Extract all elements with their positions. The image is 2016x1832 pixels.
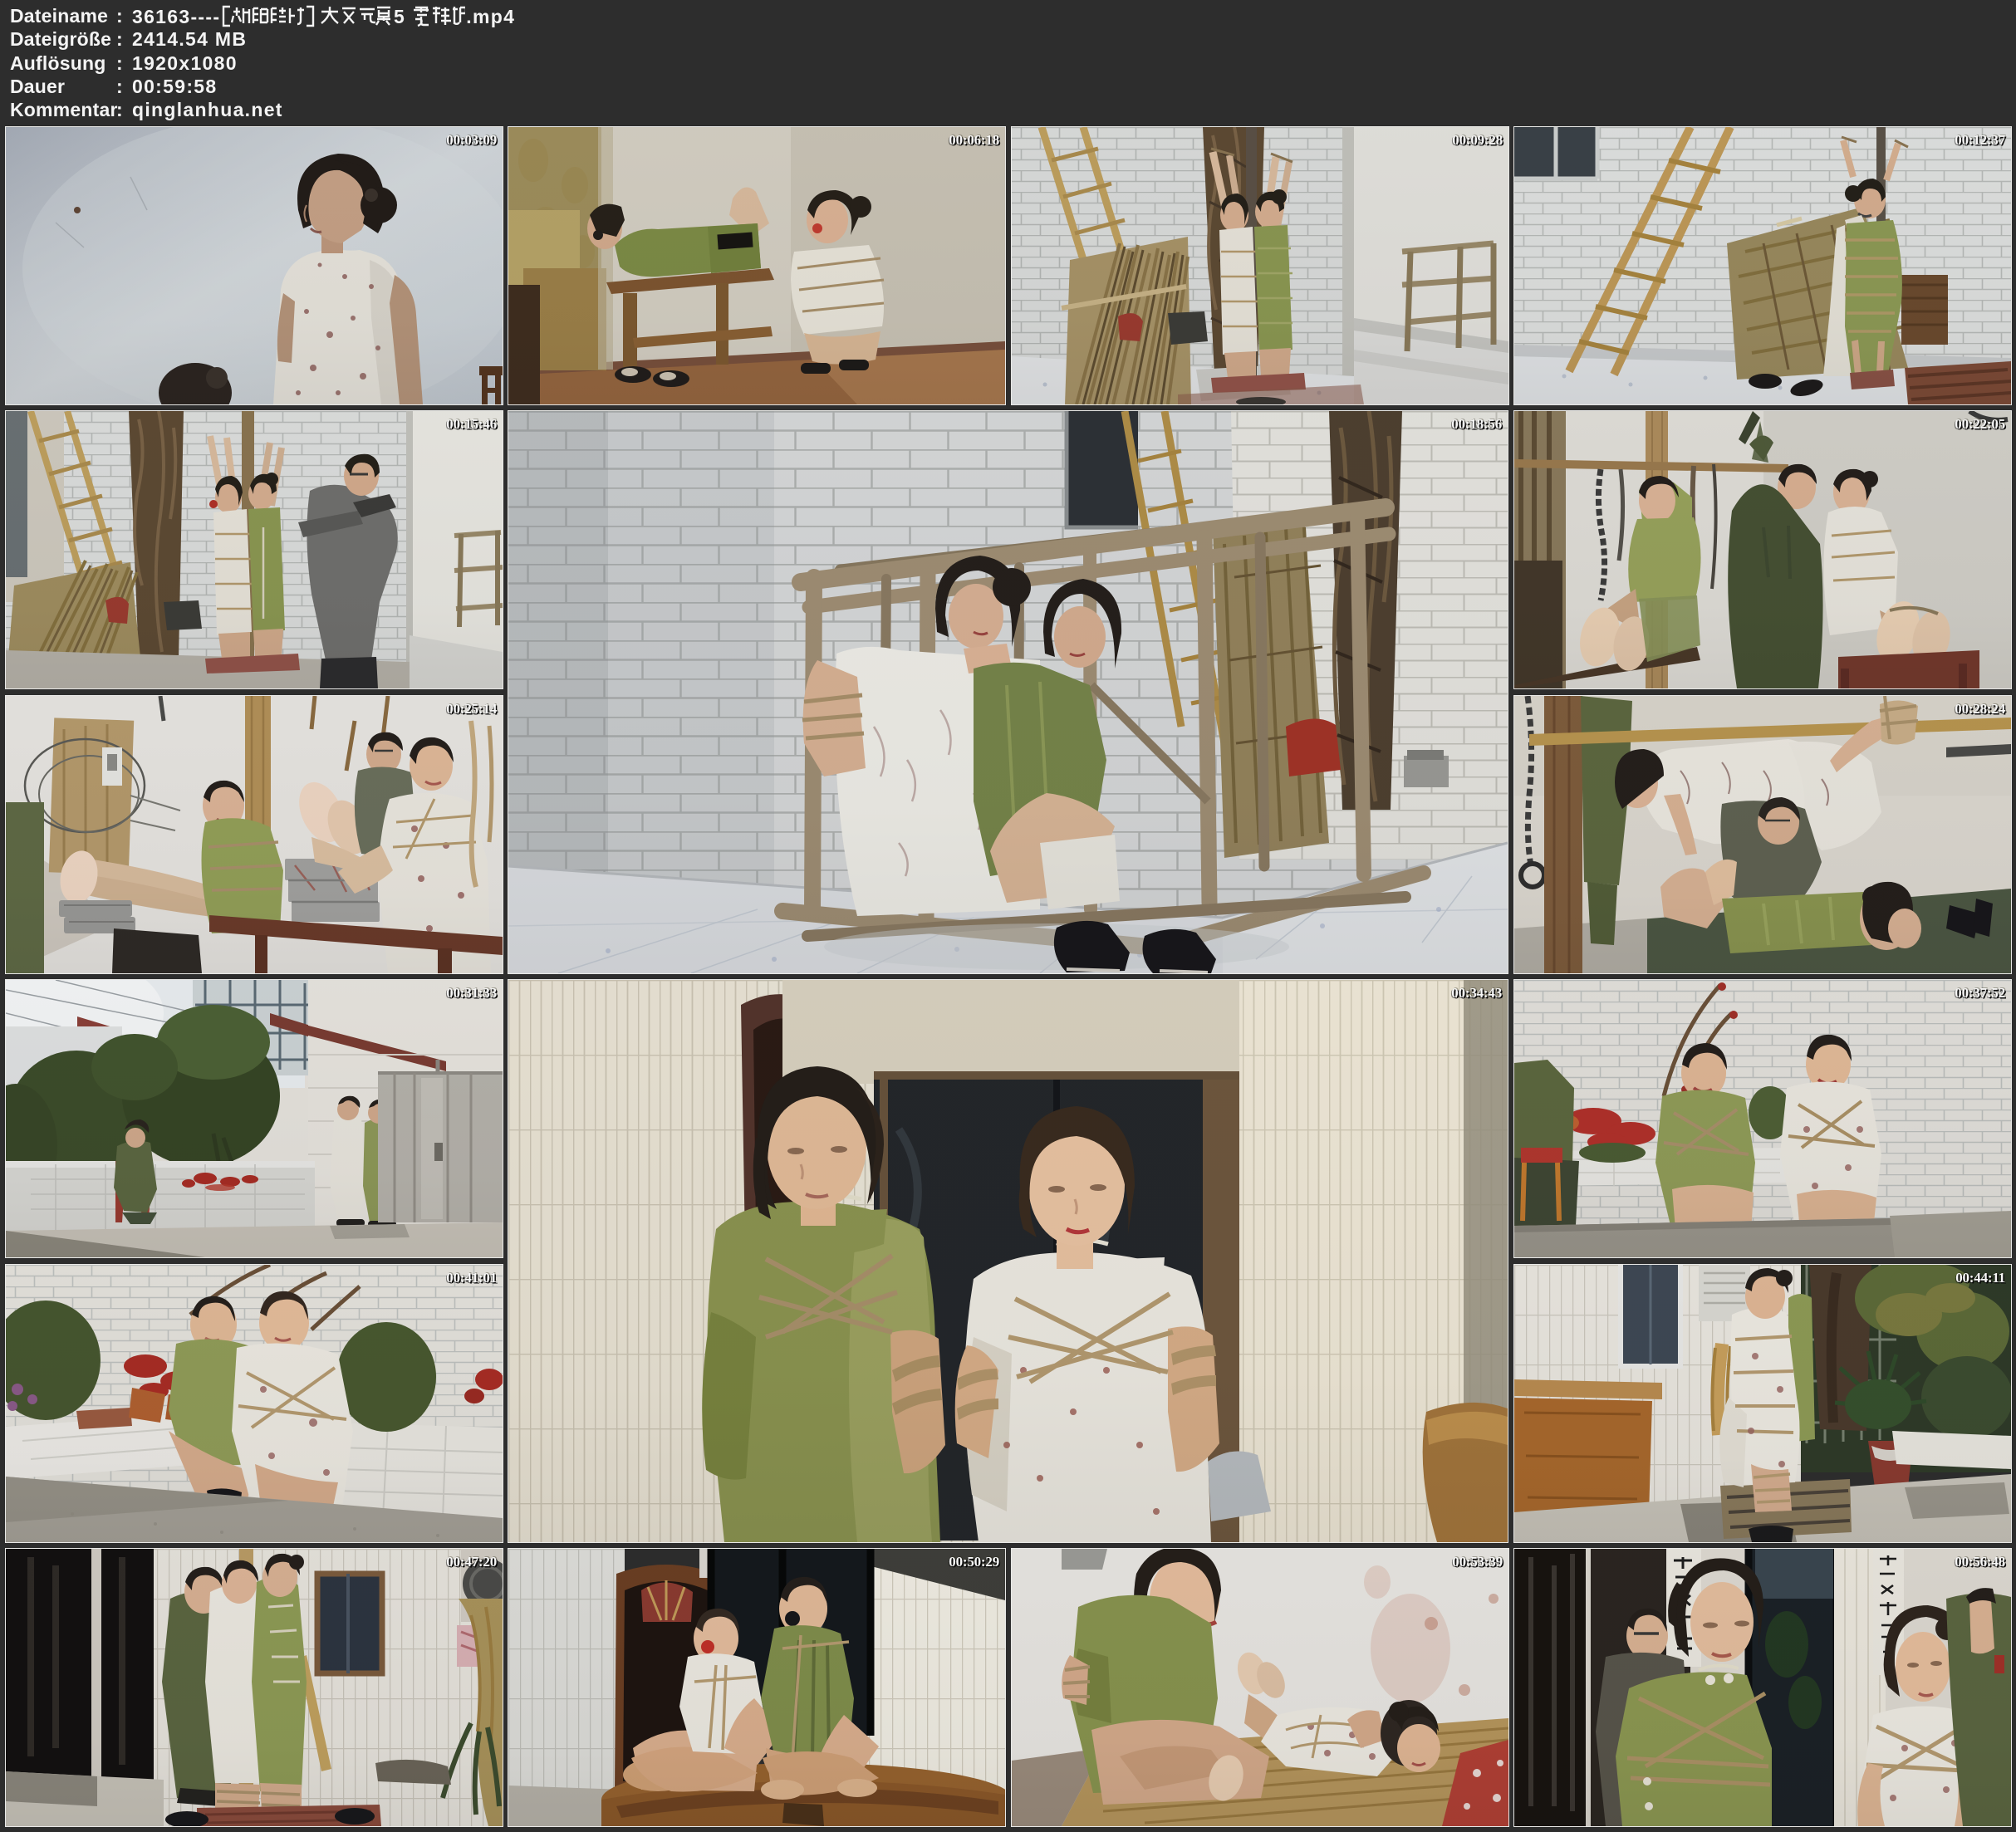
svg-text:5: 5: [394, 6, 405, 27]
